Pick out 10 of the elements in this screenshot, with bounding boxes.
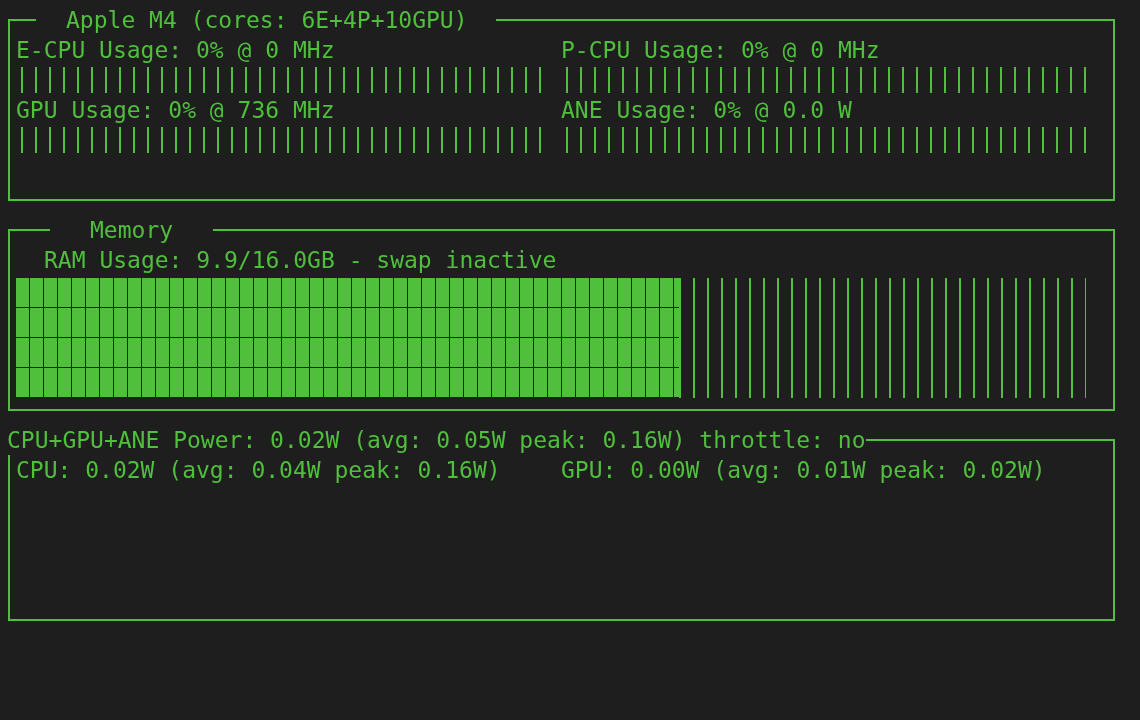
power-reading: CPU: 0.02W (avg: 0.04W peak: 0.16W) bbox=[16, 456, 502, 485]
gauge-label: P-CPU Usage: 0% @ 0 MHz bbox=[561, 36, 881, 65]
panel-title: Apple M4 (cores: 6E+4P+10GPU) bbox=[65, 6, 469, 35]
power-reading: GPU: 0.00W (avg: 0.01W peak: 0.02W) bbox=[561, 456, 1047, 485]
gauge-label: GPU Usage: 0% @ 736 MHz bbox=[16, 96, 336, 125]
gauge-label: E-CPU Usage: 0% @ 0 MHz bbox=[16, 36, 336, 65]
panel-title: CPU+GPU+ANE Power: 0.02W (avg: 0.05W peak: 0.16W) throttle: no bbox=[7, 426, 866, 455]
gauge-label: ANE Usage: 0% @ 0.0 W bbox=[561, 96, 853, 125]
panel-title: Memory bbox=[89, 216, 175, 245]
gauge-label: RAM Usage: 9.9/16.0GB - swap inactive bbox=[43, 246, 558, 275]
